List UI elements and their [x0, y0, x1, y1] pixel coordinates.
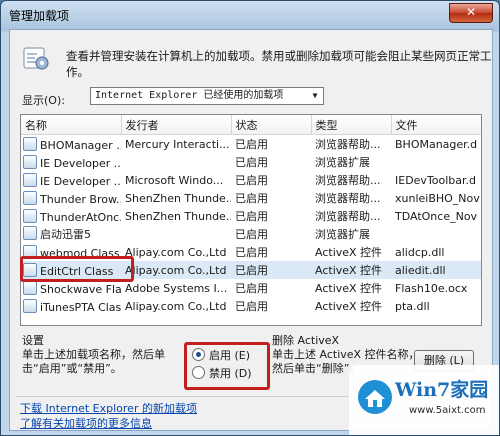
cell-status: 已启用	[231, 261, 311, 279]
column-header-name[interactable]: 名称	[21, 115, 122, 135]
watermark-url: www.5aixt.com	[409, 405, 486, 416]
learn-more-link[interactable]: 了解有关加载项的更多信息	[20, 415, 152, 431]
highlight-box-radios	[184, 342, 270, 390]
cell-type: ActiveX 控件	[315, 300, 383, 313]
cell-type: 浏览器帮助...	[315, 210, 381, 223]
win7-logo-icon	[358, 380, 392, 414]
cell-name: IE Developer ...	[21, 171, 121, 189]
cell-name-text: 启动迅雷5	[40, 228, 91, 241]
cell-publisher: Alipay.com Co.,Ltd	[125, 299, 227, 313]
manage-addons-window: 管理加载项 ✕ 查看并管理安装在计算机上的加载项。禁用或删除加载项可能会阻止某些…	[0, 0, 500, 436]
cell-name-text: IE Developer ...	[40, 174, 121, 188]
cell-status: 已启用	[235, 282, 268, 295]
cell-publisher: Adobe Systems I...	[125, 281, 228, 295]
cell-name: ThunderAtOnc...	[21, 207, 121, 225]
show-dropdown[interactable]: Internet Explorer 已经使用的加载项 ▼	[90, 87, 324, 105]
cell-publisher	[121, 153, 231, 171]
close-button[interactable]: ✕	[449, 3, 493, 23]
table-row[interactable]: BHOManager ... Mercury Interacti... 已启用 …	[21, 135, 481, 154]
table-row[interactable]: Thunder Brow... ShenZhen Thunde... 已启用 浏…	[21, 189, 481, 207]
cell-type: ActiveX 控件	[315, 246, 383, 259]
cell-status: 已启用	[235, 228, 268, 241]
header-description: 查看并管理安装在计算机上的加载项。禁用或删除加载项可能会阻止某些网页正常工作。	[66, 49, 492, 79]
cell-publisher: ShenZhen Thunde...	[125, 191, 231, 205]
cell-file: Flash10e.ocx	[395, 281, 468, 295]
cell-name: 启动迅雷5	[21, 225, 121, 243]
cell-file: alidcp.dll	[395, 245, 445, 259]
cell-type: ActiveX 控件	[315, 282, 383, 295]
cell-file: IEDevToolbar.d	[395, 173, 477, 187]
column-header-status[interactable]: 状态	[231, 115, 312, 135]
cell-name: Thunder Brow...	[21, 189, 121, 207]
table-row[interactable]: ThunderAtOnc... ShenZhen Thunde... 已启用 浏…	[21, 207, 481, 225]
cell-file: xunleiBHO_Nov	[395, 191, 480, 205]
addon-icon	[23, 172, 37, 187]
settings-title: 设置	[22, 334, 44, 347]
cell-file: TDAtOnce_Nov	[395, 209, 478, 223]
addons-table[interactable]: 名称 发行者 状态 类型 文件 BHOManager ... Mercury I…	[20, 114, 482, 326]
cell-name-text: ThunderAtOnc...	[40, 210, 121, 224]
cell-status: 已启用	[235, 300, 268, 313]
cell-name: iTunesPTA Class	[21, 297, 121, 315]
close-icon: ✕	[465, 5, 477, 19]
cell-status: 已启用	[235, 138, 268, 151]
cell-status: 已启用	[235, 156, 268, 169]
download-addons-link[interactable]: 下载 Internet Explorer 的新加载项	[20, 400, 197, 416]
addon-icon	[23, 226, 37, 240]
column-header-type[interactable]: 类型	[311, 115, 392, 135]
remove-activex-title: 删除 ActiveX	[272, 334, 340, 347]
cell-file	[391, 225, 481, 243]
cell-name-text: IE Developer ...	[40, 156, 121, 170]
cell-publisher: Alipay.com Co.,Ltd	[121, 261, 231, 279]
cell-name-text: Thunder Brow...	[40, 192, 121, 206]
cell-publisher: Alipay.com Co.,Ltd	[125, 245, 227, 259]
table-row[interactable]: IE Developer ... Microsoft Windo... 已启用 …	[21, 171, 481, 189]
cell-type: 浏览器帮助...	[315, 174, 381, 187]
cell-name: BHOManager ...	[21, 135, 121, 154]
cell-publisher: Mercury Interacti...	[125, 137, 230, 151]
cell-name: IE Developer ...	[21, 153, 121, 171]
cell-status: 已启用	[235, 246, 268, 259]
cell-file: BHOManager.d	[395, 137, 478, 151]
cell-name-text: Shockwave Fla...	[40, 282, 121, 296]
cell-file: aliedit.dll	[391, 261, 481, 279]
chevron-down-icon: ▼	[312, 91, 318, 100]
cell-status: 已启用	[235, 174, 268, 187]
cell-file	[391, 153, 481, 171]
column-header-file[interactable]: 文件	[391, 115, 481, 135]
addon-icon	[23, 208, 37, 223]
cell-type: ActiveX 控件	[311, 261, 391, 279]
addons-gear-icon	[23, 47, 49, 70]
watermark: Win7家园 www.5aixt.com	[349, 365, 499, 435]
cell-status: 已启用	[235, 192, 268, 205]
column-header-publisher[interactable]: 发行者	[121, 115, 232, 135]
cell-publisher: ShenZhen Thunde...	[125, 209, 231, 223]
cell-status: 已启用	[235, 210, 268, 223]
addon-icon	[23, 154, 37, 169]
addon-icon	[23, 136, 37, 151]
table-row[interactable]: IE Developer ... 已启用 浏览器扩展	[21, 153, 481, 171]
table-header-row: 名称 发行者 状态 类型 文件	[21, 115, 481, 135]
addon-icon	[23, 280, 37, 295]
watermark-title: Win7家园	[395, 379, 489, 401]
cell-type: 浏览器帮助...	[315, 138, 381, 151]
settings-hint: 单击上述加载项名称，然后单击“启用”或“禁用”。	[22, 348, 165, 375]
cell-type: 浏览器扩展	[315, 228, 370, 241]
cell-type: 浏览器帮助...	[315, 192, 381, 205]
cell-name-text: iTunesPTA Class	[40, 300, 121, 314]
cell-file: pta.dll	[395, 299, 430, 313]
show-label: 显示(O):	[22, 94, 65, 107]
table-row[interactable]: iTunesPTA Class Alipay.com Co.,Ltd 已启用 A…	[21, 297, 481, 315]
addon-icon	[23, 190, 37, 205]
highlight-box-editctrl	[20, 256, 134, 282]
title-bar[interactable]: 管理加载项 ✕	[1, 1, 499, 29]
cell-name-text: BHOManager ...	[40, 138, 121, 152]
show-dropdown-value: Internet Explorer 已经使用的加载项	[95, 90, 284, 101]
cell-type: 浏览器扩展	[315, 156, 370, 169]
cell-publisher: Microsoft Windo...	[125, 173, 224, 187]
addon-icon	[23, 298, 37, 313]
cell-publisher	[121, 225, 231, 243]
window-title: 管理加载项	[9, 9, 70, 23]
table-row[interactable]: 启动迅雷5 已启用 浏览器扩展	[21, 225, 481, 243]
